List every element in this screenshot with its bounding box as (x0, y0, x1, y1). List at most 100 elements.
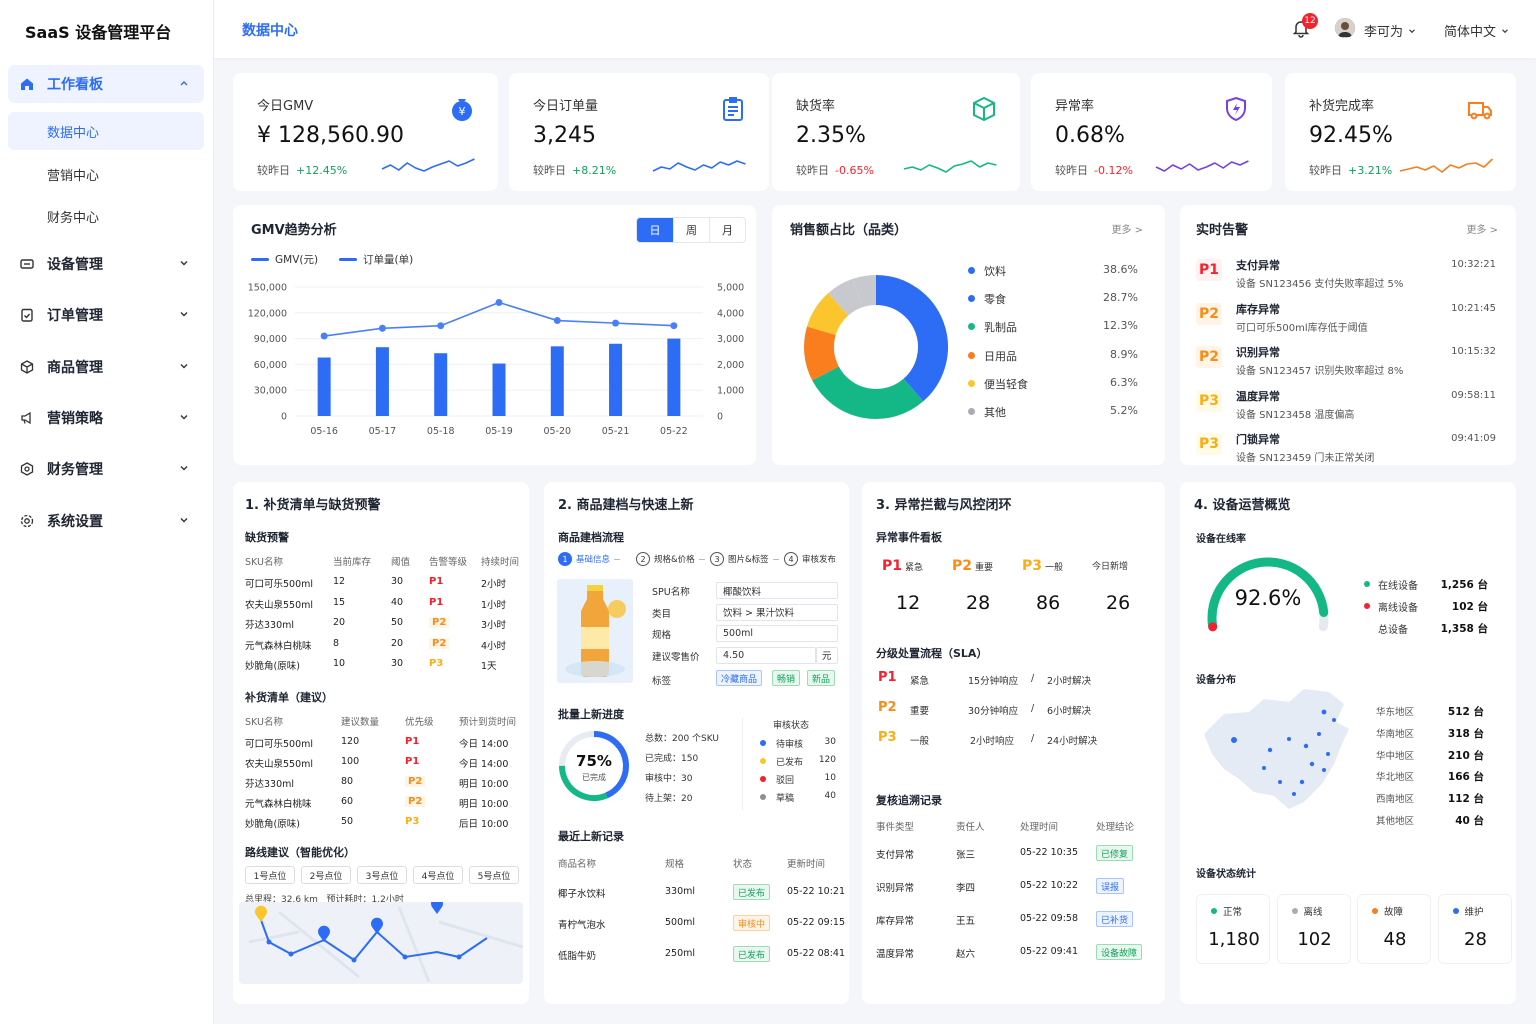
nav-sub-marketing[interactable]: 营销中心 (8, 155, 204, 193)
home-icon (19, 76, 35, 92)
table-cell: 王五 (956, 916, 976, 927)
table-cell: 元气森林白桃味 (245, 640, 312, 652)
tag-label: 标签 (652, 676, 672, 687)
donut-slice (828, 278, 864, 316)
alert-item[interactable]: P1 支付异常 设备 SN123456 支付失败率超过 5% 10:32:21 (1196, 257, 1496, 297)
legend-item: 便当轻食 6.3% (968, 376, 1138, 392)
status-name: 正常 (1223, 907, 1243, 918)
table-row[interactable]: 青柠气泡水 500ml 审核中 05-22 09:15 (558, 915, 846, 937)
flow-title: 商品建档流程 (558, 531, 624, 544)
batch-stat: 已完成：150 (645, 754, 699, 764)
field-input[interactable]: 4.50 (716, 646, 816, 664)
nav-product-management[interactable]: 商品管理 (8, 348, 204, 386)
table-cell: 已修复 (1096, 845, 1134, 861)
table-row[interactable]: 农夫山泉550ml 100 P1 今日 14:00 (245, 756, 525, 776)
table-cell: 明日 10:00 (459, 799, 509, 810)
alert-item[interactable]: P3 门锁异常 设备 SN123459 门未正常关闭 09:41:09 (1196, 431, 1496, 471)
table-row[interactable]: 可口可乐500ml 120 P1 今日 14:00 (245, 736, 525, 756)
alerts-more-link[interactable]: 更多 > (1466, 221, 1498, 236)
table-cell: 05-22 09:15 (787, 917, 846, 928)
table-cell: 可口可乐500ml (245, 739, 314, 750)
nav-sub-datacenter[interactable]: 数据中心 (8, 112, 204, 150)
nav-order-management[interactable]: 订单管理 (8, 296, 204, 334)
flow-step[interactable]: 3 图片&标签 (710, 551, 779, 567)
kpi-title: 今日GMV (257, 99, 314, 114)
risk-stat[interactable]: P3 一般 86 (1022, 558, 1086, 618)
flow-step[interactable]: 4 审核发布 (784, 551, 836, 567)
table-row[interactable]: 妙脆角(原味) 10 30 P3 1天 (245, 658, 525, 678)
table-row[interactable]: 库存异常 王五 05-22 09:58 已补货 (876, 911, 1161, 933)
nav-finance-management[interactable]: 财务管理 (8, 450, 204, 488)
column-header: 事件类型 (876, 822, 915, 833)
product-tag[interactable]: 畅销 (772, 670, 801, 686)
legend-dot (968, 295, 975, 303)
table-row[interactable]: 芬达330ml 80 P2 明日 10:00 (245, 776, 525, 796)
table-row[interactable]: 温度异常 赵六 05-22 09:41 设备故障 (876, 944, 1161, 966)
pie-more-link[interactable]: 更多 > (1111, 221, 1143, 236)
shortage-title: 缺货预警 (245, 531, 289, 544)
currency-unit: 元 (816, 646, 838, 664)
language-selector[interactable]: 简体中文 (1444, 21, 1510, 40)
table-row[interactable]: 识别异常 李四 05-22 10:22 误报 (876, 878, 1161, 900)
table-row[interactable]: 低脂牛奶 250ml 已发布 05-22 08:41 (558, 946, 846, 968)
donut-slice (804, 326, 840, 381)
status-card[interactable]: 故障 48 (1357, 894, 1431, 964)
chevron-up-icon (180, 81, 188, 86)
table-cell: 1天 (481, 661, 497, 672)
table-row[interactable]: 妙脆角(原味) 50 P3 后日 10:00 (245, 816, 525, 836)
table-cell: 05-22 08:41 (787, 948, 846, 959)
sla-level: P1 (878, 670, 897, 685)
route-point-chip[interactable]: 5号点位 (469, 866, 519, 884)
table-cell: 20 (391, 637, 404, 649)
route-map (239, 902, 523, 984)
status-card[interactable]: 正常 1,180 (1196, 894, 1270, 964)
kpi-value: 92.45% (1309, 123, 1393, 148)
legend-pct: 12.3% (1103, 319, 1138, 333)
audit-count: 10 (824, 773, 836, 783)
product-tag[interactable]: 新品 (807, 670, 836, 686)
table-row[interactable]: 元气森林白桃味 8 20 P2 4小时 (245, 637, 525, 658)
table-row[interactable]: 支付异常 张三 05-22 10:35 已修复 (876, 845, 1161, 867)
nav-workboard[interactable]: 工作看板 (8, 65, 204, 103)
table-cell: 农夫山泉550ml (245, 759, 314, 770)
user-menu[interactable]: 李可为 (1364, 21, 1417, 40)
field-input[interactable]: 椰酸饮料 (716, 582, 838, 599)
alert-item[interactable]: P2 库存异常 可口可乐500ml库存低于阈值 10:21:45 (1196, 301, 1496, 341)
risk-stat[interactable]: 今日新增 26 (1092, 558, 1156, 618)
nav-device-management[interactable]: 设备管理 (8, 245, 204, 283)
flow-step[interactable]: 1 基础信息 (558, 551, 621, 567)
donut-slice (812, 365, 924, 419)
nav-label: 商品管理 (47, 360, 103, 376)
column-header: 阈值 (391, 557, 411, 568)
product-tag[interactable]: 冷藏商品 (716, 670, 763, 686)
gmv-bar (550, 346, 564, 416)
avatar[interactable] (1335, 18, 1355, 38)
alert-item[interactable]: P2 识别异常 设备 SN123457 识别失败率超过 8% 10:15:32 (1196, 344, 1496, 384)
nav-marketing-strategy[interactable]: 营销策略 (8, 399, 204, 437)
nav-system-settings[interactable]: 系统设置 (8, 502, 204, 540)
alert-item[interactable]: P3 温度异常 设备 SN123458 温度偏高 09:58:11 (1196, 388, 1496, 428)
table-row[interactable]: 可口可乐500ml 12 30 P1 2小时 (245, 576, 525, 596)
table-cell: P2 (429, 617, 450, 628)
route-point-chip[interactable]: 3号点位 (357, 866, 407, 884)
table-row[interactable]: 椰子水饮料 330ml 已发布 05-22 10:21 (558, 884, 845, 906)
table-row[interactable]: 元气森林白桃味 60 P2 明日 10:00 (245, 796, 525, 816)
route-point-chip[interactable]: 1号点位 (245, 866, 295, 884)
nav-label: 订单管理 (47, 308, 103, 324)
gmv-bar (609, 343, 623, 416)
online-dot (1364, 603, 1370, 609)
status-card[interactable]: 离线 102 (1276, 894, 1351, 964)
field-input[interactable]: 饮料 > 果汁饮料 (716, 603, 838, 621)
route-point-chip[interactable]: 2号点位 (301, 866, 351, 884)
kpi-value: 0.68% (1055, 123, 1125, 148)
risk-stat[interactable]: P1 紧急 12 (882, 558, 946, 618)
table-row[interactable]: 芬达330ml 20 50 P2 3小时 (245, 617, 525, 637)
field-input[interactable]: 500ml (716, 625, 838, 642)
flow-step[interactable]: 2 规格&价格 (636, 551, 705, 567)
risk-stat[interactable]: P2 重要 28 (952, 558, 1016, 618)
table-row[interactable]: 农夫山泉550ml 15 40 P1 1小时 (245, 597, 525, 617)
region-value: 512 台 (1447, 706, 1484, 718)
route-point-chip[interactable]: 4号点位 (413, 866, 463, 884)
status-card[interactable]: 维护 28 (1437, 894, 1512, 964)
nav-sub-finance[interactable]: 财务中心 (8, 197, 204, 235)
